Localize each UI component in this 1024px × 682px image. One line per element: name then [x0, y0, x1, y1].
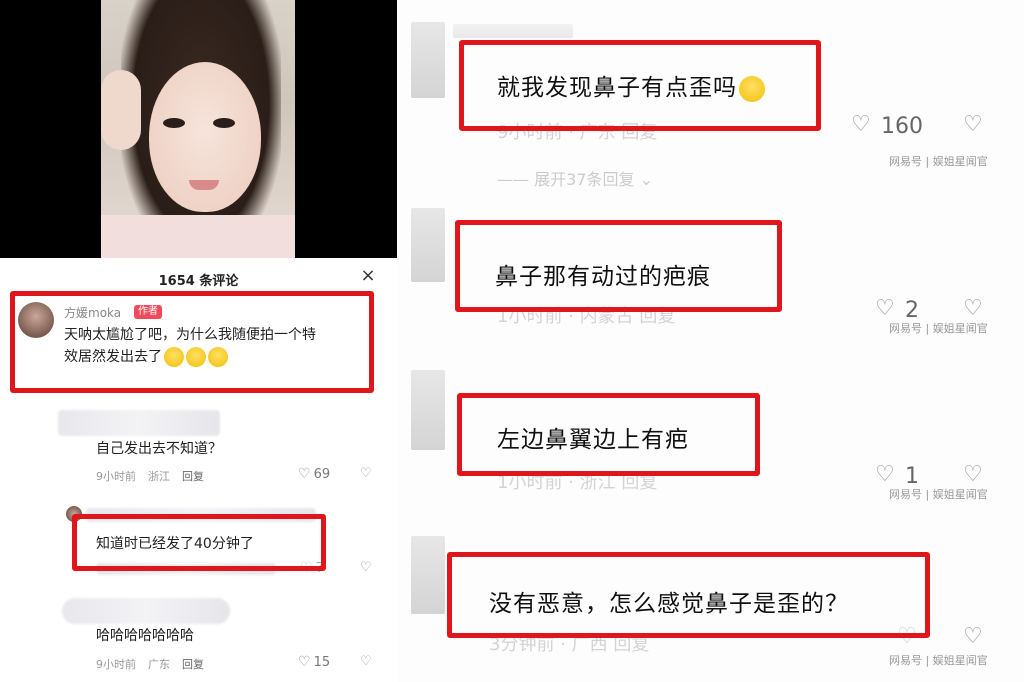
expand-replies-link[interactable]: —— 展开37条回复 ⌄ [497, 166, 653, 190]
highlight-box [72, 514, 326, 571]
comment-meta: 9小时前 浙江 回复 [96, 468, 216, 484]
like-count: 69 [313, 467, 331, 482]
heart-icon: ♡ [298, 466, 311, 482]
broken-heart-icon[interactable]: ♡ [963, 462, 983, 487]
blurred-avatar-name [58, 410, 220, 436]
broken-heart-icon[interactable]: ♡ [963, 112, 983, 137]
comment-location: 广东 [148, 658, 170, 671]
highlight-box [447, 552, 930, 638]
blurred-avatar [411, 370, 445, 450]
blurred-avatar [411, 536, 445, 614]
video-frame-photo [101, 0, 295, 258]
left-panel: 1654 条评论 × 方媛moka 作者 天呐太尴尬了吧，为什么我随便拍一个特 … [0, 0, 397, 682]
close-icon[interactable]: × [358, 266, 378, 286]
watermark: 网易号 | 娱姐星闻官 [889, 322, 988, 335]
heart-icon: ♡ [298, 654, 311, 670]
like-count: 160 [881, 114, 923, 139]
broken-heart-icon[interactable]: ♡ [360, 654, 372, 669]
comment-text: 自己发出去不知道？ [96, 441, 222, 457]
blurred-avatar [411, 22, 445, 98]
blurred-username [453, 24, 573, 38]
like-button[interactable]: ♡ 69 [298, 466, 330, 482]
chevron-down-icon: ⌄ [639, 170, 653, 189]
broken-heart-icon[interactable]: ♡ [963, 296, 983, 321]
comment-time: 9小时前 [96, 470, 136, 483]
broken-heart-icon[interactable]: ♡ [360, 560, 372, 575]
heart-icon[interactable]: ♡ [875, 296, 895, 321]
heart-icon[interactable]: ♡ [851, 112, 871, 137]
highlight-box [10, 291, 374, 393]
highlight-box [455, 220, 782, 312]
comment-text: 哈哈哈哈哈哈哈 [96, 628, 194, 644]
highlight-box [457, 393, 760, 476]
blurred-avatar [411, 208, 445, 282]
like-count: 15 [313, 655, 331, 670]
reply-button[interactable]: 回复 [182, 470, 204, 483]
watermark: 网易号 | 娱姐星闻官 [889, 155, 988, 168]
comment-sheet: 1654 条评论 × 方媛moka 作者 天呐太尴尬了吧，为什么我随便拍一个特 … [0, 258, 397, 682]
broken-heart-icon[interactable]: ♡ [963, 624, 983, 649]
right-panel: 就我发现鼻子有点歪吗 9小时前 · 广东 回复 ♡ 160 ♡ 网易号 | 娱姐… [397, 0, 1024, 682]
heart-icon[interactable]: ♡ [875, 462, 895, 487]
highlight-box [459, 40, 821, 131]
expand-replies-label: 展开37条回复 [534, 170, 635, 189]
video-player[interactable] [0, 0, 397, 258]
watermark: 网易号 | 娱姐星闻官 [889, 654, 988, 667]
comment-location: 浙江 [148, 470, 170, 483]
comment-meta: 9小时前 广东 回复 [96, 656, 216, 672]
comment-count-title: 1654 条评论 [158, 274, 239, 289]
reply-button[interactable]: 回复 [182, 658, 204, 671]
blurred-avatar-name [62, 598, 230, 624]
comment-time: 9小时前 [96, 658, 136, 671]
like-button[interactable]: ♡ 15 [298, 654, 330, 670]
watermark: 网易号 | 娱姐星闻官 [889, 488, 988, 501]
broken-heart-icon[interactable]: ♡ [360, 466, 372, 481]
